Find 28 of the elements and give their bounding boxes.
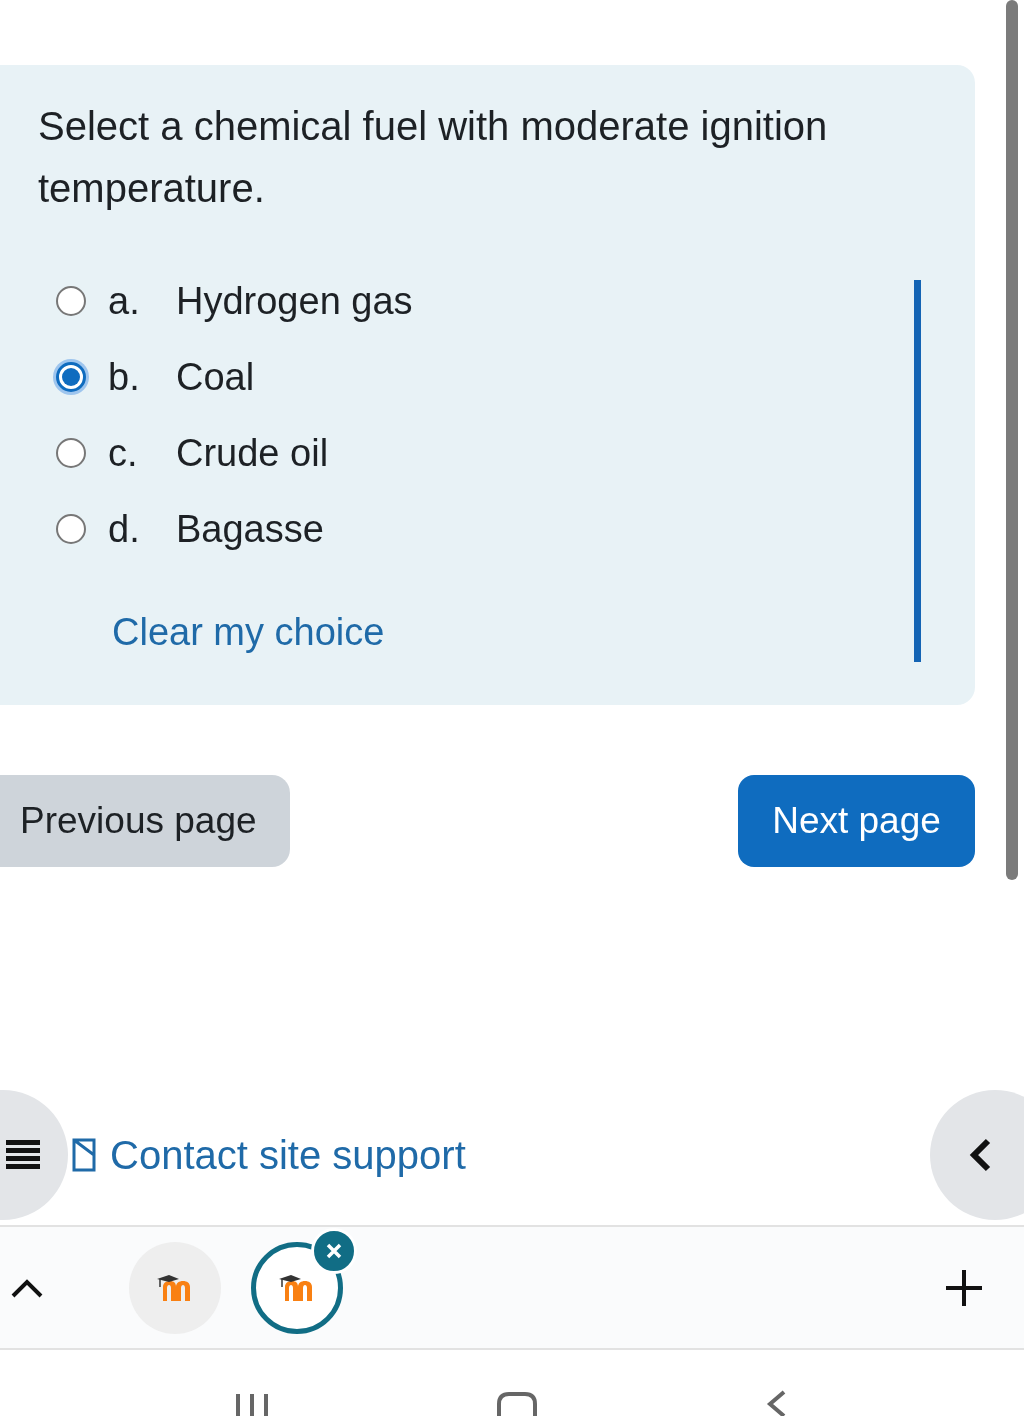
answer-option[interactable]: a. Hydrogen gas <box>56 277 975 325</box>
scroll-bar[interactable] <box>1006 0 1018 880</box>
next-page-button[interactable]: Next page <box>738 775 975 867</box>
plus-icon <box>944 1267 984 1308</box>
menu-icon <box>6 1140 40 1170</box>
radio-button[interactable] <box>56 438 86 468</box>
option-letter: d. <box>108 507 141 551</box>
new-tab-button[interactable] <box>944 1267 984 1308</box>
chevron-left-icon <box>968 1137 992 1173</box>
clear-choice-link[interactable]: Clear my choice <box>112 611 385 654</box>
option-letter: b. <box>108 355 141 399</box>
radio-button[interactable] <box>56 362 86 392</box>
option-label: Coal <box>176 355 255 399</box>
option-letter: c. <box>108 431 139 475</box>
option-label: Hydrogen gas <box>176 279 413 323</box>
radio-button[interactable] <box>56 514 86 544</box>
answer-option[interactable]: b. Coal <box>56 353 975 401</box>
contact-support-link[interactable]: Contact site support <box>72 1132 466 1178</box>
option-label: Bagasse <box>176 507 324 551</box>
option-label: Crude oil <box>176 431 329 475</box>
answer-option[interactable]: d. Bagasse <box>56 505 975 553</box>
mail-icon <box>72 1137 96 1173</box>
previous-page-button[interactable]: Previous page <box>0 775 290 867</box>
answer-option[interactable]: c. Crude oil <box>56 429 975 477</box>
option-letter: a. <box>108 279 141 323</box>
home-icon[interactable] <box>495 1390 539 1416</box>
question-text: Select a chemical fuel with moderate ignition temperature. <box>38 103 829 212</box>
radio-button[interactable] <box>56 286 86 316</box>
